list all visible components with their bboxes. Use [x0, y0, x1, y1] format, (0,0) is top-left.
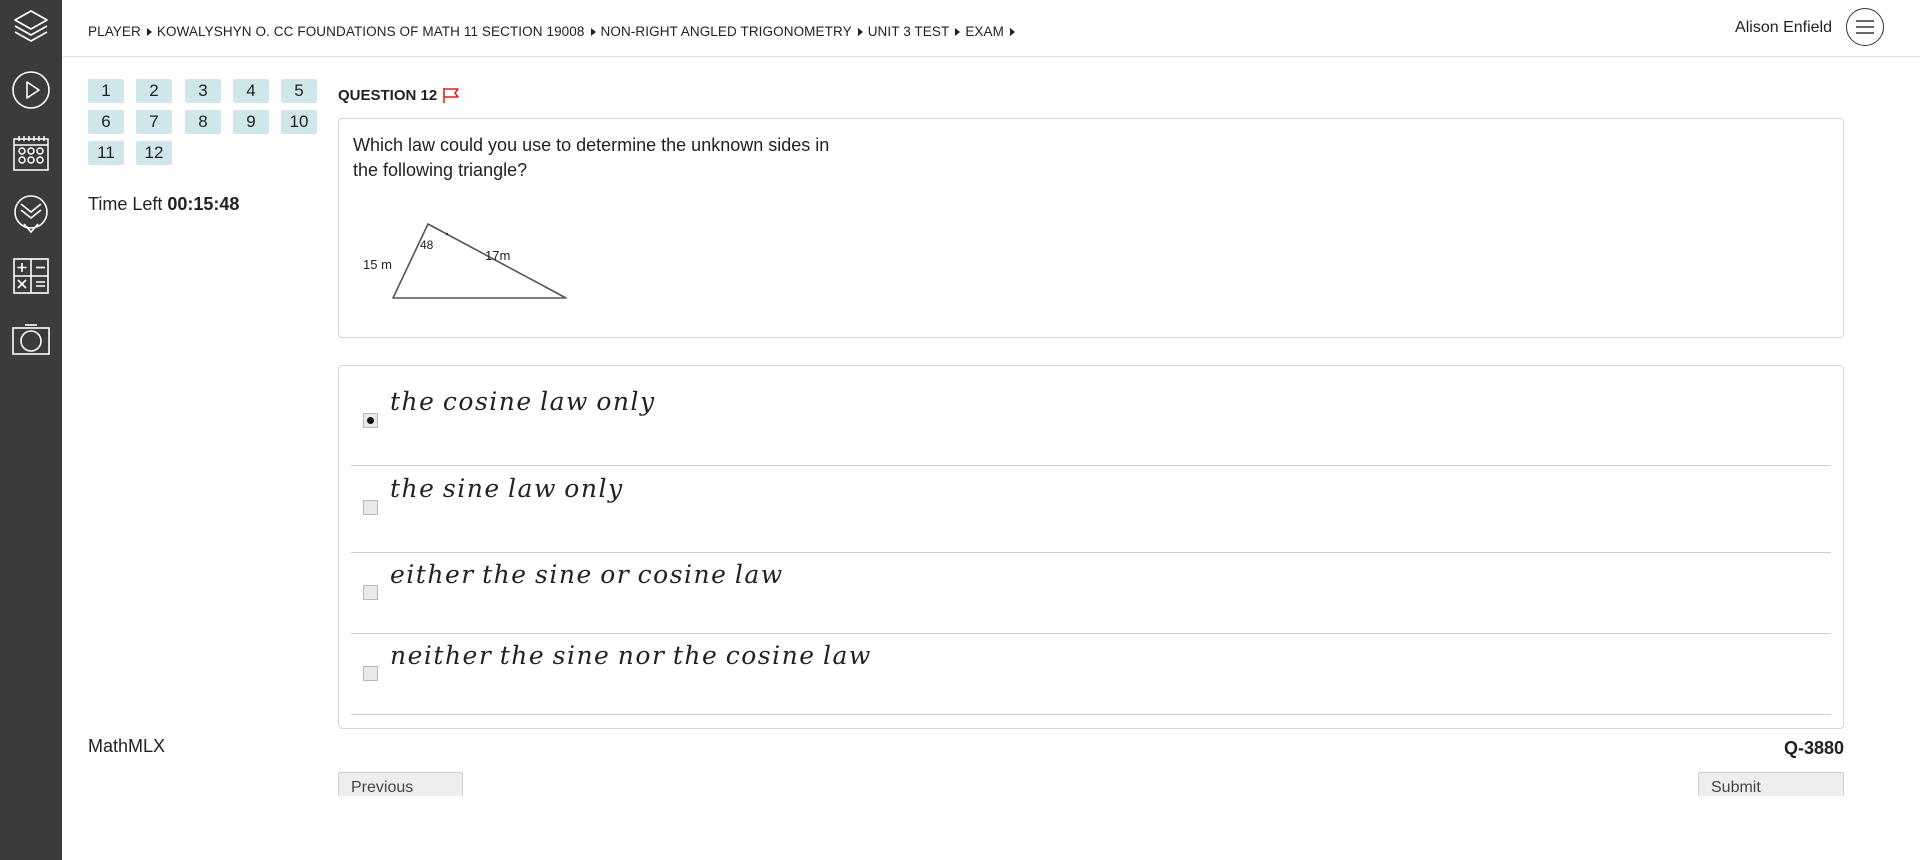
option-label: neither the sine nor the cosine law — [390, 641, 872, 670]
question-header: QUESTION 12 — [338, 87, 460, 104]
breadcrumb-course[interactable]: KOWALYSHYN O. CC FOUNDATIONS OF MATH 11 … — [157, 24, 585, 39]
time-left: Time Left 00:15:48 — [88, 194, 239, 215]
question-nav-button[interactable]: 10 — [281, 110, 317, 134]
question-nav-button[interactable]: 1 — [88, 79, 124, 103]
option-checkbox[interactable] — [363, 585, 378, 600]
option-label: the sine law only — [390, 474, 624, 503]
question-nav-button[interactable]: 6 — [88, 110, 124, 134]
user-name[interactable]: Alison Enfield — [1735, 19, 1832, 37]
angle-mark — [445, 232, 449, 236]
time-left-value: 00:15:48 — [167, 194, 240, 214]
breadcrumb-player[interactable]: PLAYER — [88, 24, 141, 39]
hamburger-menu-button[interactable] — [1846, 8, 1884, 46]
caret-right-icon — [146, 27, 152, 36]
layers-icon[interactable] — [10, 6, 52, 48]
question-nav-button[interactable]: 3 — [185, 79, 221, 103]
caret-right-icon — [590, 27, 596, 36]
answer-option[interactable]: neither the sine nor the cosine law — [351, 634, 1831, 715]
submit-assessment-button[interactable]: Submit assessment — [1698, 772, 1844, 796]
breadcrumb-test[interactable]: UNIT 3 TEST — [868, 24, 950, 39]
time-left-label: Time Left — [88, 194, 163, 214]
answer-option[interactable]: either the sine or cosine law — [351, 553, 1831, 634]
calculator-icon[interactable] — [10, 255, 52, 297]
angle-label: 48 — [420, 238, 434, 252]
question-nav-button[interactable]: 2 — [136, 79, 172, 103]
hamburger-icon — [1856, 20, 1874, 34]
caret-right-icon — [955, 27, 961, 36]
option-checkbox[interactable] — [363, 413, 378, 428]
left-sidebar — [0, 0, 62, 860]
breadcrumb: PLAYER KOWALYSHYN O. CC FOUNDATIONS OF M… — [88, 24, 1020, 39]
brand-label: MathMLX — [88, 736, 166, 756]
badge-icon[interactable] — [10, 193, 52, 235]
caret-right-icon — [857, 27, 863, 36]
option-label: either the sine or cosine law — [390, 560, 784, 589]
side-label-right: 17m — [485, 248, 510, 263]
calendar-icon[interactable] — [10, 131, 52, 173]
flag-icon[interactable] — [442, 87, 460, 104]
triangle-shape — [392, 223, 567, 299]
previous-page-button[interactable]: Previous page — [338, 772, 463, 796]
question-nav-button[interactable]: 11 — [88, 141, 124, 165]
question-text: Which law could you use to determine the… — [353, 135, 830, 180]
answer-options-card: the cosine law only the sine law only ei… — [338, 365, 1844, 729]
option-checkbox[interactable] — [363, 500, 378, 515]
answer-option[interactable]: the sine law only — [351, 466, 1831, 553]
option-label: the cosine law only — [390, 387, 656, 416]
play-icon[interactable] — [10, 69, 52, 111]
question-nav-button[interactable]: 12 — [136, 141, 172, 165]
question-id: Q-3880 — [1783, 738, 1844, 758]
question-nav-button[interactable]: 5 — [281, 79, 317, 103]
question-nav-button[interactable]: 8 — [185, 110, 221, 134]
option-checkbox[interactable] — [363, 666, 378, 681]
answer-option[interactable]: the cosine law only — [351, 366, 1831, 466]
breadcrumb-unit[interactable]: NON-RIGHT ANGLED TRIGONOMETRY — [601, 24, 852, 39]
caret-right-icon — [1009, 27, 1015, 36]
question-title: QUESTION 12 — [338, 87, 438, 104]
breadcrumb-exam[interactable]: EXAM — [965, 24, 1004, 39]
question-nav-button[interactable]: 7 — [136, 110, 172, 134]
question-nav-button[interactable]: 4 — [233, 79, 269, 103]
camera-icon[interactable] — [10, 319, 52, 361]
question-nav-button[interactable]: 9 — [233, 110, 269, 134]
question-card: Which law could you use to determine the… — [338, 118, 1844, 338]
triangle-figure: 15 m 48 17m — [363, 223, 567, 299]
side-label-left: 15 m — [363, 257, 392, 272]
header-divider — [62, 56, 1920, 57]
